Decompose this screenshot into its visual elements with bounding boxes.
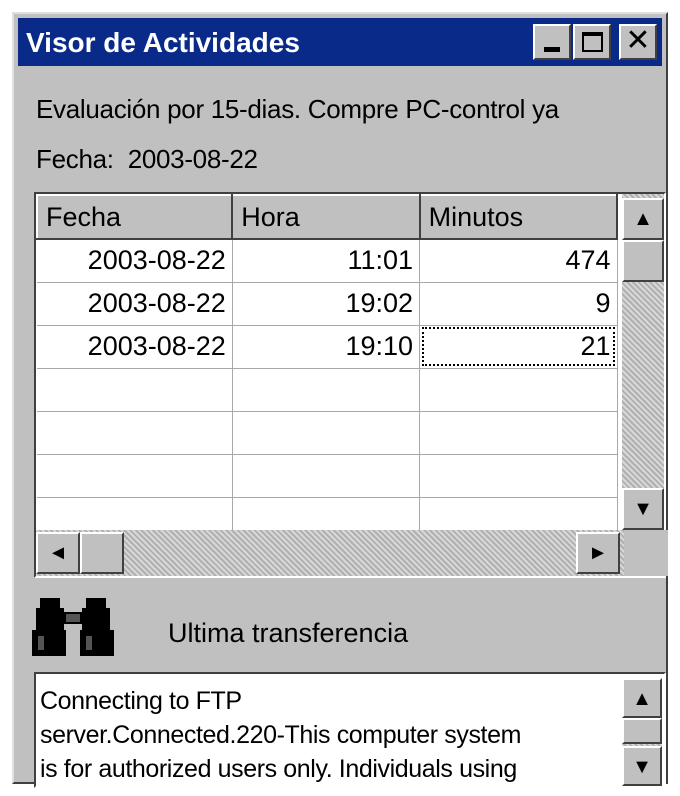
activity-viewer-window: Visor de Actividades ✕ Evaluación por 15… bbox=[12, 12, 668, 788]
log-scroll-thumb[interactable] bbox=[622, 718, 662, 744]
last-transfer-label: Ultima transferencia bbox=[168, 618, 409, 648]
log-scroll-up-button[interactable]: ▲ bbox=[622, 678, 662, 718]
column-header-minutos[interactable]: Minutos bbox=[418, 194, 619, 240]
scroll-right-button[interactable]: ► bbox=[576, 532, 620, 574]
empty-row[interactable] bbox=[37, 368, 618, 412]
table-row[interactable]: 2003-08-22 11:01 474 bbox=[37, 239, 618, 283]
arrow-down-icon: ▼ bbox=[632, 756, 652, 778]
evaluation-notice: Evaluación por 15-dias. Compre PC-contro… bbox=[36, 94, 559, 124]
scroll-up-button[interactable]: ▲ bbox=[622, 198, 664, 240]
arrow-up-icon: ▲ bbox=[633, 208, 653, 230]
minimize-icon bbox=[544, 47, 560, 52]
log-vertical-scrollbar[interactable]: ▲ ▼ bbox=[622, 678, 662, 786]
arrow-up-icon: ▲ bbox=[632, 688, 652, 710]
cell-hora[interactable]: 19:02 bbox=[232, 282, 421, 326]
maximize-icon bbox=[582, 32, 603, 52]
transfer-log-text: Connecting to FTP server.Connected.220-T… bbox=[40, 687, 522, 783]
minimize-button[interactable] bbox=[533, 24, 571, 60]
cell-minutos[interactable]: 9 bbox=[419, 282, 618, 326]
cell-hora[interactable]: 11:01 bbox=[232, 239, 421, 283]
table-row[interactable]: 2003-08-22 19:02 9 bbox=[37, 282, 618, 326]
window-title: Visor de Actividades bbox=[26, 27, 300, 58]
scroll-left-button[interactable]: ◄ bbox=[36, 532, 80, 574]
arrow-right-icon: ► bbox=[588, 542, 608, 564]
cell-fecha[interactable]: 2003-08-22 bbox=[37, 282, 233, 326]
date-value: 2003-08-22 bbox=[127, 144, 258, 174]
empty-row[interactable] bbox=[37, 411, 618, 455]
activity-table: Fecha Hora Minutos 2003-08-22 11:01 474 … bbox=[35, 194, 619, 541]
empty-row[interactable] bbox=[37, 454, 618, 498]
arrow-left-icon: ◄ bbox=[48, 542, 68, 564]
table-row[interactable]: 2003-08-22 19:10 21 bbox=[37, 325, 618, 369]
date-label: Fecha: bbox=[36, 144, 114, 174]
horizontal-scroll-thumb[interactable] bbox=[80, 532, 124, 574]
binoculars-icon bbox=[32, 598, 114, 656]
vertical-scroll-thumb[interactable] bbox=[622, 240, 664, 282]
scroll-down-button[interactable]: ▼ bbox=[622, 488, 664, 530]
cell-hora[interactable]: 19:10 bbox=[232, 325, 421, 369]
cell-minutos-focused[interactable]: 21 bbox=[419, 325, 618, 369]
log-scroll-down-button[interactable]: ▼ bbox=[622, 746, 662, 786]
current-date: Fecha: 2003-08-22 bbox=[36, 144, 258, 175]
cell-minutos[interactable]: 474 bbox=[419, 239, 618, 283]
column-header-hora[interactable]: Hora bbox=[231, 194, 421, 240]
column-header-fecha[interactable]: Fecha bbox=[35, 194, 234, 240]
arrow-down-icon: ▼ bbox=[633, 498, 653, 520]
scrollbar-corner bbox=[624, 530, 668, 576]
activity-grid[interactable]: Fecha Hora Minutos 2003-08-22 11:01 474 … bbox=[34, 192, 668, 578]
grid-horizontal-scrollbar[interactable]: ◄ ► bbox=[36, 530, 624, 576]
close-button[interactable]: ✕ bbox=[619, 24, 657, 60]
maximize-button[interactable] bbox=[573, 24, 611, 60]
cell-fecha[interactable]: 2003-08-22 bbox=[37, 325, 233, 369]
close-icon: ✕ bbox=[625, 24, 651, 57]
grid-vertical-scrollbar[interactable]: ▲ ▼ bbox=[622, 194, 664, 530]
transfer-log[interactable]: Connecting to FTP server.Connected.220-T… bbox=[34, 672, 666, 788]
title-bar[interactable]: Visor de Actividades ✕ bbox=[18, 18, 662, 66]
cell-fecha[interactable]: 2003-08-22 bbox=[37, 239, 233, 283]
